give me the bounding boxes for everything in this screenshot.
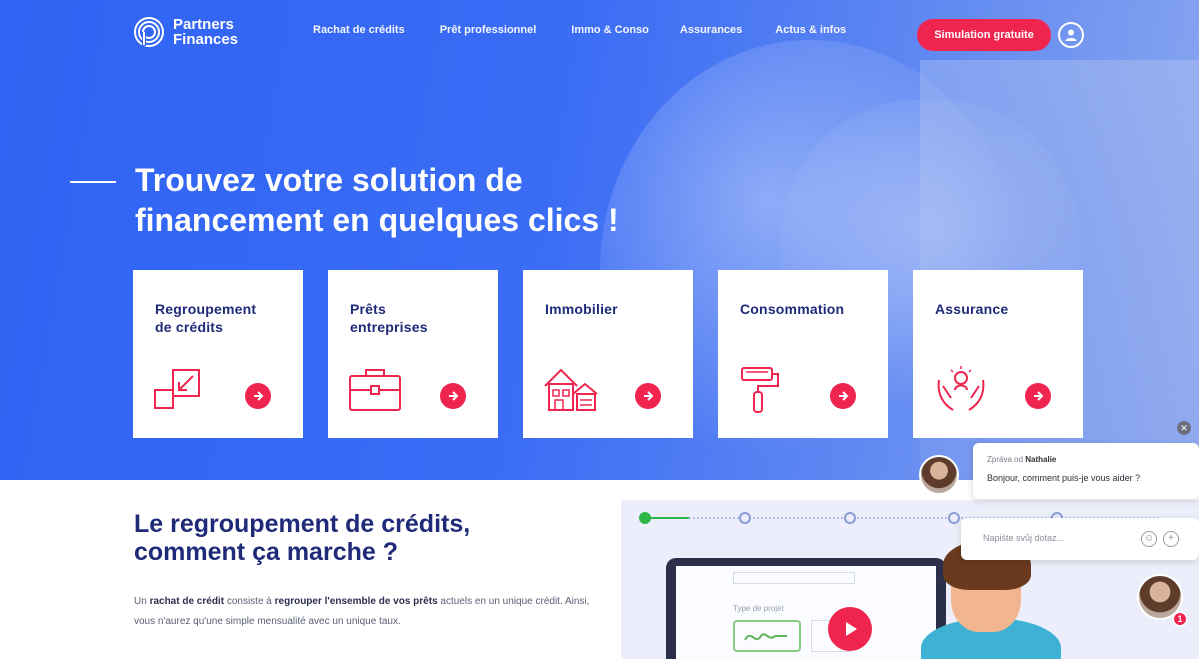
- section-title-line-2: comment ça marche ?: [134, 538, 398, 566]
- card-assurance[interactable]: Assurance: [913, 270, 1083, 438]
- card-label-line-1: Consommation: [740, 301, 845, 317]
- arrow-right-icon: [254, 391, 264, 401]
- hero-title-line-1: Trouvez votre solution de: [135, 162, 523, 198]
- card-label-line-1: Prêts: [350, 301, 387, 317]
- unread-badge: 1: [1172, 611, 1188, 627]
- hands-protect-icon: [937, 366, 985, 411]
- arrows-merge-icon: [154, 369, 200, 409]
- card-arrow-button[interactable]: [635, 383, 661, 409]
- hero-title-line-2: financement en quelques clics !: [135, 202, 619, 238]
- section-title-line-1: Le regroupement de crédits,: [134, 510, 471, 538]
- account-button[interactable]: [1058, 22, 1084, 48]
- logo-line-2: Finances: [173, 31, 239, 48]
- nav-link-rachat-credits[interactable]: Rachat de crédits: [313, 24, 405, 36]
- arrow-right-icon: [1034, 391, 1044, 401]
- card-label-line-2: entreprises: [350, 319, 428, 335]
- arrow-right-icon: [644, 391, 654, 401]
- card-label: Prêts entreprises: [350, 300, 428, 336]
- chat-message-bubble[interactable]: Zpráva od Nathalie Bonjour, comment puis…: [973, 443, 1199, 499]
- card-immobilier[interactable]: Immobilier: [523, 270, 693, 438]
- chat-sender-name: Nathalie: [1025, 455, 1057, 464]
- card-prets-entreprises[interactable]: Prêts entreprises: [328, 270, 498, 438]
- logo-text: Partners Finances: [173, 17, 238, 47]
- chat-message-text: Bonjour, comment puis-je vous aider ?: [987, 473, 1141, 483]
- close-icon: ✕: [1180, 422, 1188, 433]
- card-label-line-2: de crédits: [155, 319, 224, 335]
- emoji-icon[interactable]: ☺: [1141, 531, 1157, 547]
- video-caption: Type de projet: [733, 604, 784, 613]
- card-label-line-1: Regroupement: [155, 301, 257, 317]
- progress-step: [844, 512, 856, 524]
- arrow-right-icon: [449, 391, 459, 401]
- play-icon: [846, 622, 857, 636]
- chat-agent-avatar: [919, 455, 959, 495]
- signature-icon: [744, 633, 787, 641]
- progress-step: [948, 512, 960, 524]
- card-regroupement-credits[interactable]: Regroupement de crédits: [133, 270, 303, 438]
- chat-sender-prefix: Zpráva od: [987, 455, 1026, 464]
- card-arrow-button[interactable]: [440, 383, 466, 409]
- card-label: Assurance: [935, 300, 1008, 318]
- card-arrow-button[interactable]: [1025, 383, 1051, 409]
- title-dash: [70, 181, 116, 183]
- section-body: Un rachat de crédit consiste à regrouper…: [134, 592, 594, 632]
- hero-title: Trouvez votre solution de financement en…: [135, 160, 735, 240]
- main-nav: Rachat de crédits Prêt professionnel Imm…: [313, 24, 881, 36]
- play-button[interactable]: [828, 607, 872, 651]
- attach-plus-icon[interactable]: +: [1163, 531, 1179, 547]
- body-bold-2: regrouper l'ensemble de vos prêts: [274, 596, 438, 607]
- body-text-1: Un: [134, 596, 150, 607]
- card-label-line-1: Immobilier: [545, 301, 618, 317]
- body-bold-1: rachat de crédit: [149, 596, 225, 607]
- logo-line-1: Partners: [173, 16, 234, 33]
- logo-icon: [134, 17, 164, 47]
- progress-step: [739, 512, 751, 524]
- chat-sender: Zpráva od Nathalie: [987, 455, 1056, 464]
- user-icon: [1065, 29, 1077, 41]
- video-form-field: [733, 572, 855, 584]
- briefcase-icon: [349, 369, 401, 411]
- nav-link-pret-professionnel[interactable]: Prêt professionnel: [440, 24, 537, 36]
- chat-close-button[interactable]: ✕: [1177, 421, 1191, 435]
- simulation-button[interactable]: Simulation gratuite: [917, 19, 1051, 51]
- nav-link-assurances[interactable]: Assurances: [680, 24, 742, 36]
- chat-input-placeholder[interactable]: Napište svůj dotaz...: [983, 533, 1064, 543]
- body-text-2: consiste à: [224, 596, 275, 607]
- card-label: Consommation: [740, 300, 844, 318]
- card-arrow-button[interactable]: [830, 383, 856, 409]
- arrow-right-icon: [839, 391, 849, 401]
- house-icon: [544, 368, 598, 411]
- paint-roller-icon: [741, 367, 779, 413]
- nav-link-actus-infos[interactable]: Actus & infos: [775, 24, 846, 36]
- progress-step: [639, 512, 651, 524]
- card-label: Regroupement de crédits: [155, 300, 256, 336]
- section-title: Le regroupement de crédits, comment ça m…: [134, 510, 470, 566]
- card-label-line-1: Assurance: [935, 301, 1009, 317]
- nav-link-immo-conso[interactable]: Immo & Conso: [571, 24, 649, 36]
- video-option-signature: [733, 620, 801, 652]
- site-logo[interactable]: Partners Finances: [133, 16, 238, 48]
- card-label: Immobilier: [545, 300, 618, 318]
- card-consommation[interactable]: Consommation: [718, 270, 888, 438]
- chat-input-box[interactable]: Napište svůj dotaz... ☺ +: [961, 518, 1199, 560]
- card-arrow-button[interactable]: [245, 383, 271, 409]
